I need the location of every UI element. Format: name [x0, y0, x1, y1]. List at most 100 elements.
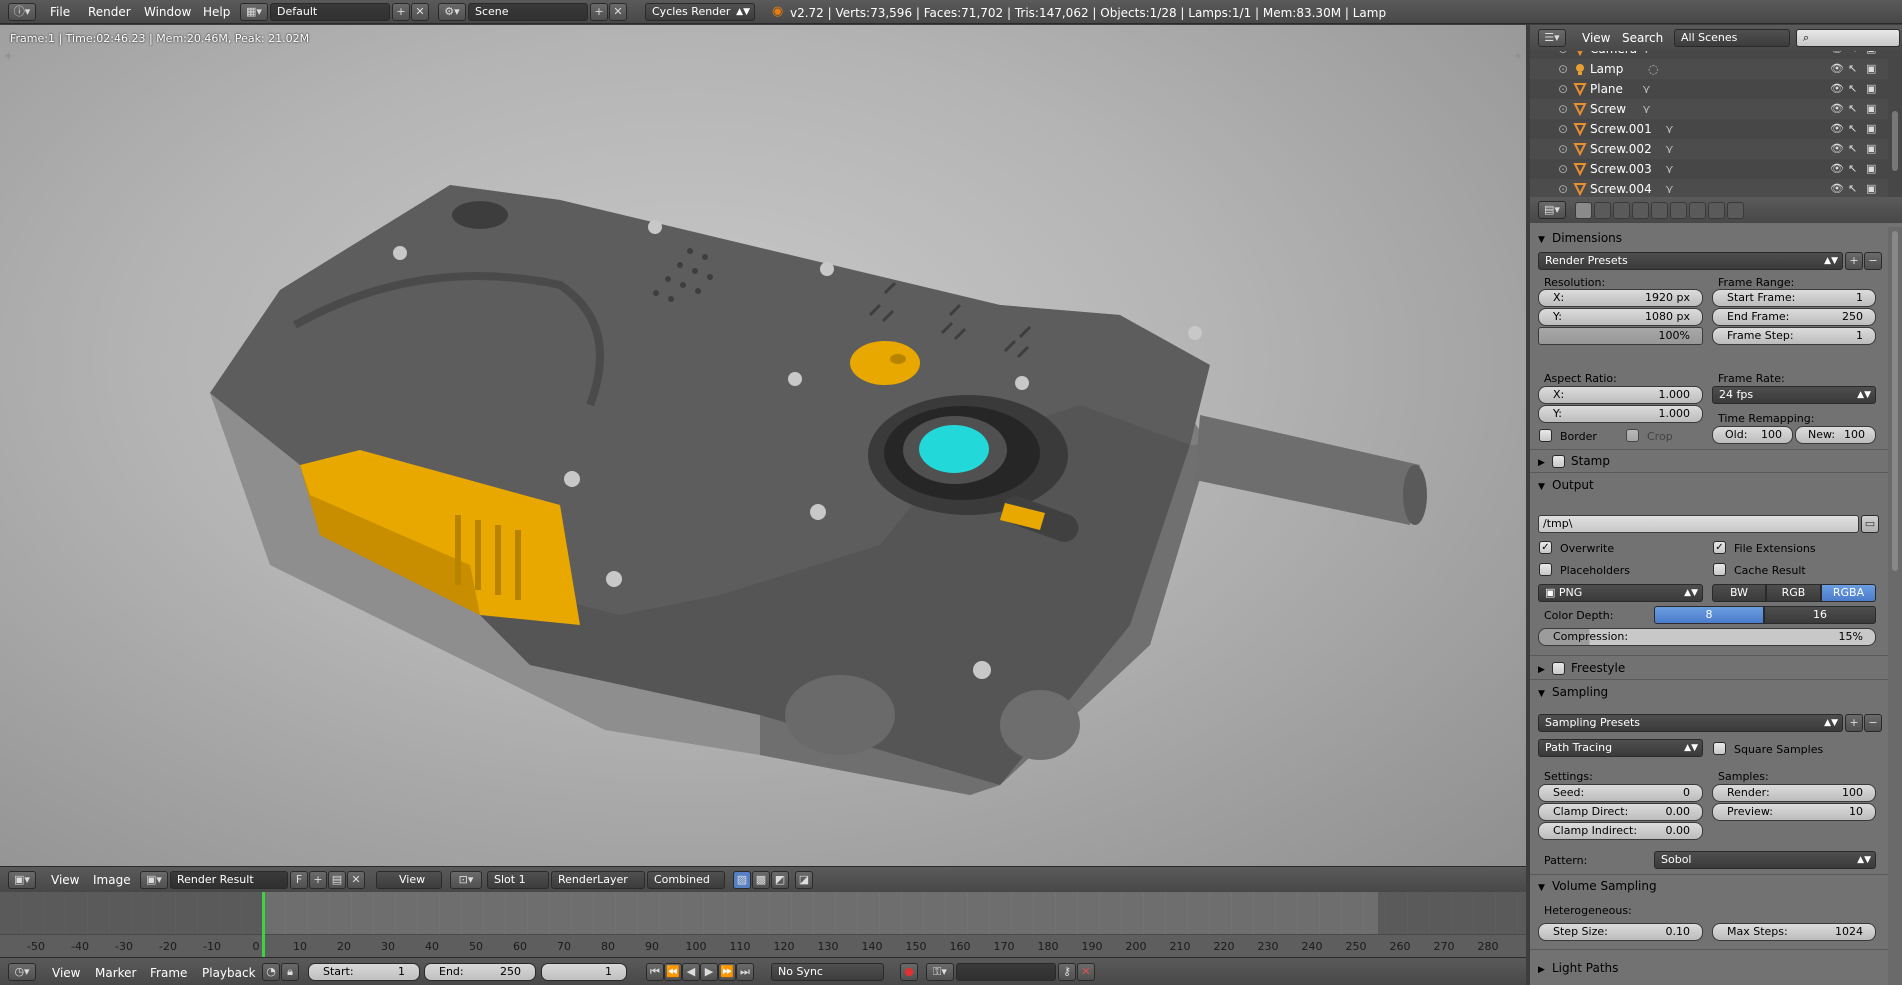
renderable-camera-icon[interactable]: ▣	[1866, 163, 1878, 175]
renderable-camera-icon[interactable]: ▣	[1866, 123, 1878, 135]
file-extensions-checkbox[interactable]: ✓	[1713, 541, 1726, 554]
properties-scrollbar[interactable]	[1888, 227, 1902, 985]
region-corner-left-icon[interactable]: +	[4, 51, 12, 62]
square-samples-checkbox[interactable]	[1713, 742, 1726, 755]
open-image-icon[interactable]: ▤	[328, 871, 346, 889]
tab-render-camera-icon[interactable]	[1575, 202, 1592, 219]
play-icon[interactable]: ▶	[700, 963, 718, 981]
outliner-object-list[interactable]: ⊙ Camera ⋎ 👁︎ ↖ ▣ ⊙ Lamp ◌ 👁︎ ↖ ▣ ⊙ Plane ⋎ 👁︎ ↖ ▣ ⊙ Screw ⋎…	[1530, 51, 1888, 197]
max-steps-field[interactable]: Max Steps: 1024	[1712, 923, 1876, 941]
bw-toggle[interactable]: BW	[1712, 584, 1766, 602]
selectable-arrow-icon[interactable]: ↖	[1848, 163, 1860, 175]
region-corner-right-icon[interactable]: +	[1514, 51, 1522, 62]
tab-texture-icon[interactable]	[1708, 202, 1725, 219]
draw-channels-icon[interactable]: ▨	[733, 871, 751, 889]
scene-name-field[interactable]: Scene	[468, 3, 588, 21]
border-checkbox[interactable]	[1539, 429, 1552, 442]
selectable-arrow-icon[interactable]: ↖	[1848, 123, 1860, 135]
fake-user-button[interactable]: F	[290, 871, 308, 889]
outliner-row[interactable]: ⊙ Screw.002 ⋎ 👁︎ ↖ ▣	[1530, 139, 1888, 159]
step-size-field[interactable]: Step Size: 0.10	[1538, 923, 1703, 941]
render-layer-select[interactable]: RenderLayer	[551, 871, 645, 889]
tab-world-icon[interactable]	[1632, 202, 1649, 219]
outliner-search-input[interactable]: ⌕	[1796, 29, 1900, 47]
sample-icon[interactable]: ◪	[795, 871, 813, 889]
current-frame-field[interactable]: 1	[541, 963, 627, 981]
record-icon[interactable]: ●	[900, 963, 918, 981]
outliner-row[interactable]: ⊙ Lamp ◌ 👁︎ ↖ ▣	[1530, 59, 1888, 79]
freestyle-panel-header[interactable]: ▶ Freestyle	[1538, 657, 1894, 679]
image-name-field[interactable]: Render Result	[170, 871, 288, 889]
resolution-x-field[interactable]: X: 1920 px	[1538, 289, 1703, 307]
play-reverse-icon[interactable]: ◀	[682, 963, 700, 981]
sampling-presets-select[interactable]: Sampling Presets ▲▼	[1538, 714, 1843, 732]
tab-data-icon[interactable]	[1689, 202, 1706, 219]
expand-dot-icon[interactable]: ⊙	[1558, 99, 1568, 119]
editor-type-outliner-icon[interactable]: ☰▾	[1538, 29, 1566, 47]
renderable-camera-icon[interactable]: ▣	[1866, 63, 1878, 75]
outliner-row[interactable]: ⊙ Screw.003 ⋎ 👁︎ ↖ ▣	[1530, 159, 1888, 179]
expand-dot-icon[interactable]: ⊙	[1558, 59, 1568, 79]
delete-key-icon[interactable]: ✕	[1077, 963, 1095, 981]
seed-field[interactable]: Seed: 0	[1538, 784, 1703, 802]
selectable-arrow-icon[interactable]: ↖	[1848, 143, 1860, 155]
selectable-arrow-icon[interactable]: ↖	[1848, 63, 1860, 75]
remove-layout-icon[interactable]: ✕	[411, 3, 429, 21]
preview-range-icon[interactable]: ◔	[262, 963, 280, 981]
tab-object-icon[interactable]	[1651, 202, 1668, 219]
remove-preset-icon[interactable]: −	[1864, 252, 1882, 270]
timeline-frame-ruler[interactable]: -50 -40 -30 -20 -10 0 10 20 30 40 50 60 70 80 90 100 110…	[0, 934, 1526, 957]
menu-marker[interactable]: Marker	[95, 966, 136, 980]
sync-mode-select[interactable]: No Sync	[771, 963, 884, 981]
light-paths-panel-header[interactable]: ▶ Light Paths	[1538, 957, 1894, 979]
renderable-camera-icon[interactable]: ▣	[1866, 51, 1878, 55]
outliner-scrollbar[interactable]	[1888, 51, 1902, 197]
aspect-y-field[interactable]: Y: 1.000	[1538, 405, 1703, 423]
menu-file[interactable]: File	[50, 5, 70, 19]
cache-result-checkbox[interactable]	[1713, 563, 1726, 576]
visibility-eye-icon[interactable]: 👁︎	[1830, 143, 1844, 155]
selectable-arrow-icon[interactable]: ↖	[1848, 103, 1860, 115]
add-preset-icon[interactable]: +	[1845, 252, 1863, 270]
selectable-arrow-icon[interactable]: ↖	[1848, 83, 1860, 95]
layout-name-field[interactable]: Default	[270, 3, 390, 21]
outliner-menu-view[interactable]: View	[1582, 31, 1610, 45]
lock-range-icon[interactable]: 🔒︎	[281, 963, 299, 981]
outliner-row[interactable]: ⊙ Plane ⋎ 👁︎ ↖ ▣	[1530, 79, 1888, 99]
color-depth-8-toggle[interactable]: 8	[1654, 606, 1764, 624]
frame-rate-select[interactable]: 24 fps ▲▼	[1712, 386, 1876, 404]
new-image-icon[interactable]: +	[309, 871, 327, 889]
add-sampling-preset-icon[interactable]: +	[1845, 714, 1863, 732]
preview-samples-field[interactable]: Preview: 10	[1712, 803, 1876, 821]
render-engine-select[interactable]: Cycles Render ▲▼	[645, 3, 755, 21]
outliner-menu-search[interactable]: Search	[1622, 31, 1663, 45]
remap-new-field[interactable]: New: 100	[1795, 426, 1876, 444]
rgba-toggle[interactable]: RGBA	[1821, 584, 1876, 602]
menu-timeline-view[interactable]: View	[52, 966, 80, 980]
expand-dot-icon[interactable]: ⊙	[1558, 79, 1568, 99]
compression-slider[interactable]: Compression: 15%	[1538, 628, 1876, 646]
image-browse-icon[interactable]: ▣▾	[140, 871, 168, 889]
insert-key-icon[interactable]: ⚷	[1058, 963, 1076, 981]
sampling-panel-header[interactable]: ▼ Sampling	[1538, 681, 1894, 703]
frame-step-field[interactable]: Frame Step: 1	[1712, 327, 1876, 345]
timeline-area[interactable]: -50 -40 -30 -20 -10 0 10 20 30 40 50 60 70 80 90 100 110…	[0, 892, 1526, 957]
remap-old-field[interactable]: Old: 100	[1712, 426, 1793, 444]
editor-type-timeline-icon[interactable]: ◷▾	[8, 963, 36, 981]
output-path-input[interactable]: /tmp\	[1538, 515, 1859, 533]
editor-type-properties-icon[interactable]: ▤▾	[1538, 201, 1566, 219]
outliner-display-mode-select[interactable]: All Scenes	[1674, 29, 1790, 47]
integrator-select[interactable]: Path Tracing ▲▼	[1538, 739, 1703, 757]
freestyle-checkbox[interactable]	[1552, 662, 1565, 675]
stamp-panel-header[interactable]: ▶ Stamp	[1538, 450, 1894, 472]
expand-dot-icon[interactable]: ⊙	[1558, 179, 1568, 197]
stamp-checkbox[interactable]	[1552, 455, 1565, 468]
menu-window[interactable]: Window	[144, 5, 191, 19]
view-mode-select[interactable]: View	[376, 871, 442, 889]
clamp-indirect-field[interactable]: Clamp Indirect: 0.00	[1538, 822, 1703, 840]
menu-help[interactable]: Help	[203, 5, 230, 19]
aspect-x-field[interactable]: X: 1.000	[1538, 386, 1703, 404]
crop-checkbox[interactable]	[1626, 429, 1639, 442]
visibility-eye-icon[interactable]: 👁︎	[1830, 123, 1844, 135]
folder-icon[interactable]: ▭	[1861, 515, 1879, 533]
